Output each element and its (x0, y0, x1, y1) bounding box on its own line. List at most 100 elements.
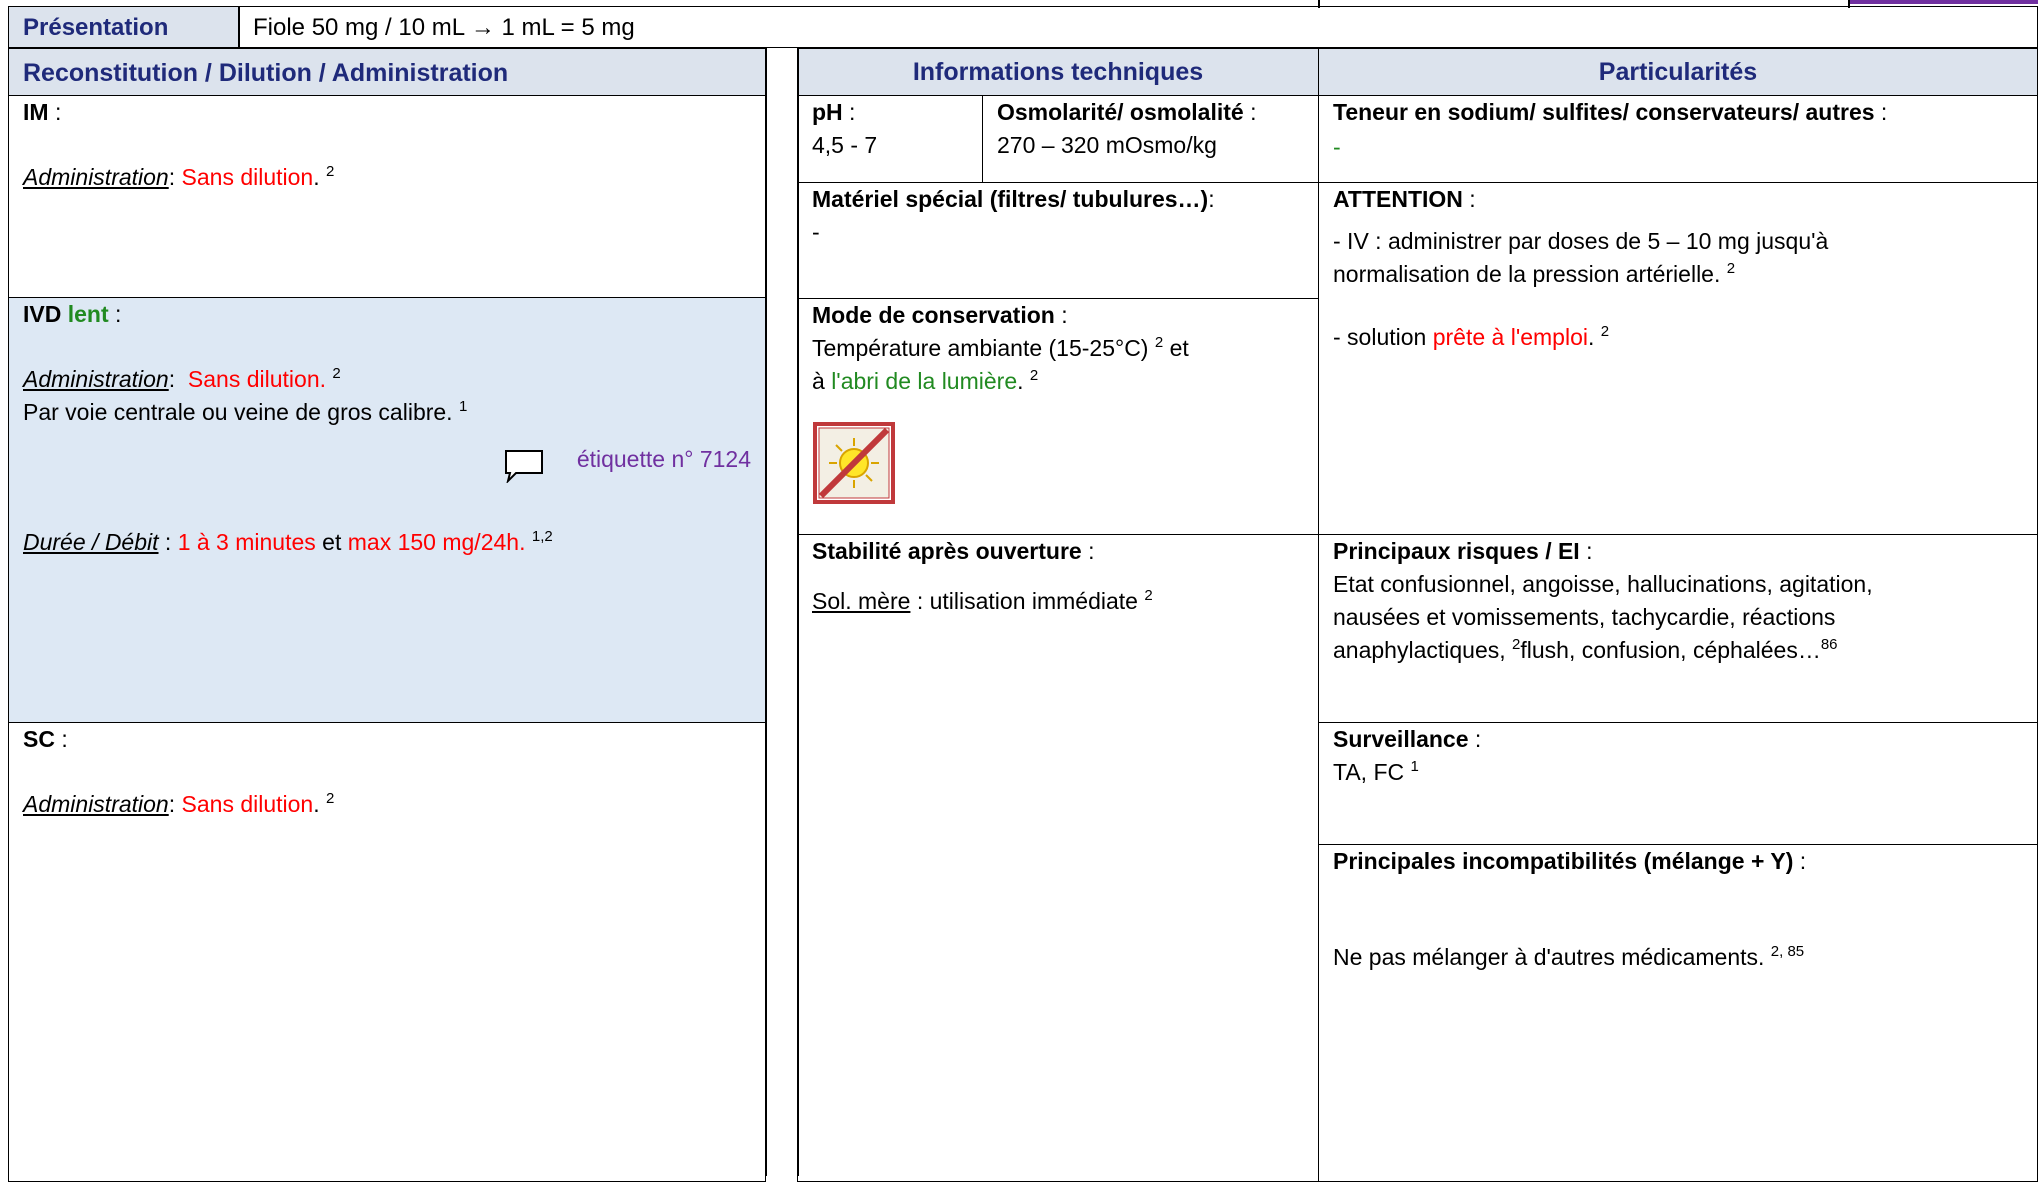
header-reconstitution: Reconstitution / Dilution / Administrati… (8, 48, 766, 96)
ph-label: pH (812, 99, 843, 125)
im-title-line: IM : (9, 96, 765, 129)
attention-line2: normalisation de la pression artérielle. (1333, 261, 1721, 287)
incompat-label: Principales incompatibilités (mélange + … (1333, 848, 1794, 874)
stabilite-label-line: Stabilité après ouverture : (798, 535, 1318, 568)
conservation-a: à (812, 368, 832, 394)
sc-admin-label: Administration (23, 791, 169, 817)
ivd-admin-line: Administration: Sans dilution. 2 (9, 363, 765, 396)
presentation-label: Présentation (23, 14, 169, 41)
header-particularites-text: Particularités (1598, 58, 1758, 86)
surveillance-value: TA, FC (1333, 759, 1405, 785)
ivd-admin-sep: : (168, 366, 188, 392)
presentation-label-cell: Présentation (8, 6, 240, 48)
ph-colon: : (842, 99, 856, 125)
osmo-colon: : (1243, 99, 1257, 125)
im-admin-sep: : (168, 164, 182, 190)
ph-label-line: pH : (798, 96, 982, 129)
stabilite-colon: : (1081, 538, 1095, 564)
incompat-value: Ne pas mélanger à d'autres médicaments. (1333, 944, 1765, 970)
conservation-ref1: 2 (1154, 334, 1164, 351)
teneur-label: Teneur en sodium/ sulfites/ conservateur… (1333, 99, 1875, 125)
conservation-et: et (1163, 335, 1189, 361)
stabilite-label: Stabilité après ouverture (812, 538, 1082, 564)
surveillance-label: Surveillance (1333, 726, 1469, 752)
ivd-duree-label: Durée / Débit (23, 529, 159, 555)
stabilite-sol-label: Sol. mère (812, 588, 911, 614)
attention-label: ATTENTION (1333, 186, 1463, 212)
ph-value: 4,5 - 7 (812, 132, 878, 158)
ivd-route-line: Par voie centrale ou veine de gros calib… (9, 396, 765, 429)
materiel-value: - (812, 219, 820, 245)
attention-ref1: 2 (1726, 260, 1736, 277)
teneur-colon: : (1874, 99, 1888, 125)
sc-colon: : (54, 726, 68, 752)
sc-admin-line: Administration: Sans dilution. 2 (23, 790, 335, 817)
teneur-value: - (1333, 134, 1341, 160)
osmo-value: 270 – 320 mOsmo/kg (997, 132, 1217, 158)
sc-cell: SC : Administration: Sans dilution. 2 (8, 722, 766, 1182)
attention-label-line: ATTENTION : (1319, 183, 2037, 216)
conservation-line1: Température ambiante (15-25°C) 2 et (798, 332, 1318, 365)
ivd-duree-value2: max 150 mg/24h. (347, 529, 526, 555)
materiel-colon: : (1208, 186, 1215, 212)
incompat-ref: 2, 85 (1770, 943, 1805, 960)
conservation-cell: Mode de conservation : Température ambia… (797, 298, 1319, 535)
ivd-title: IVD (23, 301, 62, 327)
top-accent-bar (1850, 0, 2038, 4)
sc-admin-value: Sans dilution (181, 791, 314, 817)
osmo-label-line: Osmolarité/ osmolalité : (983, 96, 1318, 129)
ivd-route: Par voie centrale ou veine de gros calib… (23, 399, 453, 425)
materiel-label-line: Matériel spécial (filtres/ tubulures…): (798, 183, 1318, 216)
ivd-etiquette[interactable]: étiquette n° 7124 (577, 446, 751, 472)
osmo-cell: Osmolarité/ osmolalité : 270 – 320 mOsmo… (982, 95, 1319, 183)
surveillance-ref: 1 (1410, 758, 1419, 775)
stabilite-ref: 2 (1144, 587, 1153, 604)
surveillance-cell: Surveillance : TA, FC 1 (1318, 722, 2038, 845)
comment-icon (504, 449, 544, 491)
sc-title: SC (23, 726, 55, 752)
conservation-temp: Température ambiante (15-25°C) (812, 335, 1149, 361)
risques-line3a: anaphylactiques, (1333, 637, 1506, 663)
im-admin-value: Sans dilution (181, 164, 314, 190)
ivd-duree-et: et (315, 529, 348, 555)
conservation-label-line: Mode de conservation : (798, 299, 1318, 332)
ivd-admin-ref: 2 (332, 365, 341, 382)
attention-cell: ATTENTION : - IV : administrer par doses… (1318, 182, 2038, 535)
conservation-ref2: 2 (1029, 367, 1039, 384)
sc-admin-sep: : (168, 791, 182, 817)
attention-line3-red: prête à l'emploi (1432, 324, 1588, 350)
ivd-title-line: IVD lent : (9, 298, 765, 331)
im-colon: : (48, 99, 62, 125)
stabilite-sol-value: : utilisation immédiate (910, 588, 1138, 614)
materiel-cell: Matériel spécial (filtres/ tubulures…): … (797, 182, 1319, 299)
surveillance-colon: : (1468, 726, 1482, 752)
ivd-lent: lent (67, 301, 109, 327)
ivd-cell: IVD lent : Administration: Sans dilution… (8, 297, 766, 723)
header-technique: Informations techniques (797, 48, 1319, 96)
materiel-label: Matériel spécial (filtres/ tubulures…) (812, 186, 1209, 212)
risques-label-line: Principaux risques / EI : (1319, 535, 2037, 568)
incompat-label-line: Principales incompatibilités (mélange + … (1319, 845, 2037, 878)
incompat-colon: : (1793, 848, 1807, 874)
incompat-value-line: Ne pas mélanger à d'autres médicaments. … (1319, 941, 2037, 974)
stabilite-cell: Stabilité après ouverture : Sol. mère : … (797, 534, 1319, 1182)
teneur-cell: Teneur en sodium/ sulfites/ conservateur… (1318, 95, 2038, 183)
ph-cell: pH : 4,5 - 7 (797, 95, 983, 183)
attention-ref2: 2 (1600, 323, 1610, 340)
im-admin-line: Administration: Sans dilution. 2 (23, 163, 335, 190)
teneur-label-line: Teneur en sodium/ sulfites/ conservateur… (1319, 96, 2037, 129)
gap-divider (765, 48, 767, 1176)
surveillance-value-line: TA, FC 1 (1319, 756, 2037, 789)
no-sunlight-icon (813, 422, 895, 509)
ivd-route-ref: 1 (458, 398, 468, 415)
im-ref: 2 (326, 163, 335, 180)
im-cell: IM : Administration: Sans dilution. 2 (8, 95, 766, 298)
header-reconstitution-text: Reconstitution / Dilution / Administrati… (23, 59, 509, 87)
ivd-etiquette-line: étiquette n° 7124 (9, 443, 765, 485)
attention-line3: - solution prête à l'emploi. 2 (1333, 323, 1610, 350)
ivd-duree-sep: : (158, 529, 178, 555)
header-particularites: Particularités (1318, 48, 2038, 96)
stabilite-sol-line: Sol. mère : utilisation immédiate 2 (798, 585, 1318, 618)
ivd-admin-label: Administration (23, 366, 169, 392)
ivd-duree-line: Durée / Débit : 1 à 3 minutes et max 150… (9, 526, 765, 559)
